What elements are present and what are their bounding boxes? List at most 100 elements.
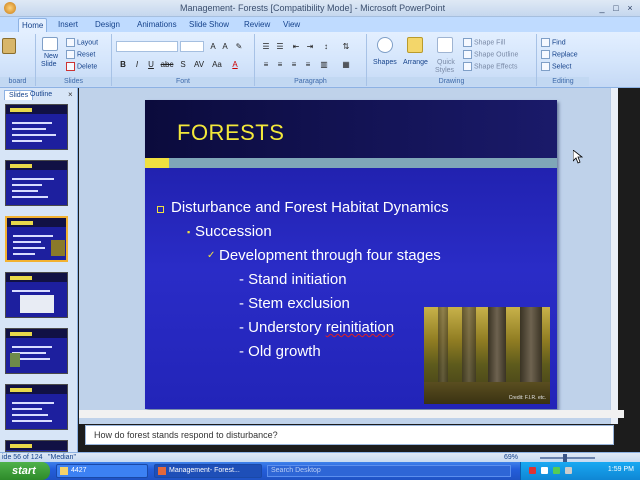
underline-button[interactable]: U — [146, 60, 156, 70]
tab-insert[interactable]: Insert — [55, 18, 81, 32]
justify-icon[interactable]: ≡ — [303, 60, 313, 70]
new-slide-icon[interactable] — [42, 37, 58, 51]
tray-icon[interactable] — [565, 467, 572, 474]
zoom-slider-handle[interactable] — [563, 454, 567, 462]
quick-styles-label[interactable]: Quick — [437, 59, 455, 66]
grow-font-icon[interactable]: A — [208, 42, 218, 52]
zoom-slider[interactable] — [540, 457, 595, 459]
font-group: A A ✎ B I U abc S AV Aa A Font — [112, 34, 255, 86]
minimize-icon[interactable]: _ — [596, 2, 608, 14]
bullet-level4-old-growth[interactable]: - Old growth — [239, 343, 321, 360]
font-name-combo[interactable] — [116, 41, 178, 52]
change-case-button[interactable]: Aa — [210, 60, 224, 70]
clear-format-icon[interactable]: ✎ — [234, 42, 244, 52]
slide-thumbnail-selected[interactable] — [5, 216, 68, 262]
columns-icon[interactable]: ▥ — [319, 60, 329, 70]
notes-pane[interactable]: How do forest stands respond to disturba… — [85, 425, 614, 445]
taskbar-item-folder[interactable]: 4427 — [56, 464, 148, 478]
increase-indent-icon[interactable]: ⇥ — [305, 42, 315, 52]
quick-styles-label-2[interactable]: Styles — [435, 67, 454, 74]
layout-button[interactable]: Layout — [66, 38, 98, 47]
tray-icon[interactable] — [541, 467, 548, 474]
font-size-combo[interactable] — [180, 41, 204, 52]
taskbar-item-powerpoint[interactable]: Management- Forest... — [154, 464, 262, 478]
find-icon — [541, 38, 550, 47]
tab-outline[interactable]: Outline — [26, 90, 56, 100]
slide-thumbnail[interactable] — [5, 440, 68, 452]
strikethrough-button[interactable]: abc — [160, 60, 174, 70]
align-center-icon[interactable]: ≡ — [275, 60, 285, 70]
tray-icon[interactable] — [553, 467, 560, 474]
bullet-level4-stand-initiation[interactable]: - Stand initiation — [239, 271, 347, 288]
find-button[interactable]: Find — [541, 38, 566, 47]
start-button[interactable]: start — [0, 462, 50, 480]
select-button[interactable]: Select — [541, 62, 571, 71]
reset-button[interactable]: Reset — [66, 50, 95, 59]
bold-button[interactable]: B — [118, 60, 128, 70]
bullet-level4-understory[interactable]: - Understory reinitiation — [239, 319, 394, 336]
tab-home[interactable]: Home — [18, 18, 48, 32]
thumbnail-title-bar — [10, 388, 32, 392]
new-slide-label-2[interactable]: Slide — [41, 61, 57, 68]
bullets-icon[interactable]: ☰ — [261, 42, 271, 52]
mouse-cursor-icon — [573, 150, 583, 164]
arrange-icon[interactable] — [407, 37, 423, 53]
line-spacing-icon[interactable]: ↕ — [321, 42, 331, 52]
bullet-level3[interactable]: Development through four stages — [219, 247, 441, 264]
tray-icon[interactable] — [529, 467, 536, 474]
slide-thumbnail[interactable] — [5, 384, 68, 430]
bullet-level2[interactable]: Succession — [195, 223, 272, 240]
slide-thumbnail[interactable] — [5, 104, 68, 150]
arrange-label[interactable]: Arrange — [403, 59, 428, 66]
horizontal-scrollbar[interactable] — [79, 410, 624, 418]
numbering-icon[interactable]: ☰ — [275, 42, 285, 52]
shadow-button[interactable]: S — [178, 60, 188, 70]
shape-fill-button[interactable]: Shape Fill — [463, 38, 505, 47]
desktop-search-input[interactable]: Search Desktop — [267, 465, 511, 477]
shapes-label[interactable]: Shapes — [373, 59, 397, 66]
slide-thumbnail[interactable] — [5, 272, 68, 318]
office-button-icon[interactable] — [4, 2, 16, 14]
quick-styles-icon[interactable] — [437, 37, 453, 53]
align-left-icon[interactable]: ≡ — [261, 60, 271, 70]
checkmark-bullet-icon: ✓ — [207, 250, 216, 261]
replace-button[interactable]: Replace — [541, 50, 578, 59]
find-label: Find — [552, 39, 566, 47]
bullet-level4-stem-exclusion[interactable]: - Stem exclusion — [239, 295, 350, 312]
align-right-icon[interactable]: ≡ — [289, 60, 299, 70]
shape-effects-button[interactable]: Shape Effects — [463, 62, 517, 71]
vertical-scrollbar[interactable] — [610, 88, 618, 424]
forest-photo[interactable]: Credit: F.I.R. etc. — [424, 307, 550, 404]
delete-button[interactable]: Delete — [66, 62, 97, 71]
tab-design[interactable]: Design — [92, 18, 123, 32]
shapes-icon[interactable] — [377, 37, 393, 53]
new-slide-label[interactable]: New — [44, 53, 58, 60]
slides-group: New Slide Layout Reset Delete Slides — [36, 34, 112, 86]
taskbar-item-folder-label: 4427 — [71, 467, 87, 474]
current-slide[interactable]: FORESTS Disturbance and Forest Habitat D… — [145, 100, 557, 409]
close-panel-icon[interactable]: × — [68, 90, 73, 99]
paste-icon[interactable] — [2, 38, 16, 54]
tab-animations[interactable]: Animations — [134, 18, 180, 32]
decrease-indent-icon[interactable]: ⇤ — [291, 42, 301, 52]
close-icon[interactable]: × — [624, 2, 636, 14]
thumbnail-title-bar — [10, 332, 32, 336]
maximize-icon[interactable]: □ — [610, 2, 622, 14]
tab-slide-show[interactable]: Slide Show — [186, 18, 232, 32]
font-color-button[interactable]: A — [230, 60, 240, 70]
slide-thumbnail[interactable] — [5, 328, 68, 374]
text-direction-icon[interactable]: ⇅ — [341, 42, 351, 52]
shape-outline-button[interactable]: Shape Outline — [463, 50, 518, 59]
shrink-font-icon[interactable]: A — [220, 42, 230, 52]
italic-button[interactable]: I — [132, 60, 142, 70]
tab-review[interactable]: Review — [241, 18, 273, 32]
smartart-icon[interactable]: ▦ — [341, 60, 351, 70]
tab-view[interactable]: View — [280, 18, 303, 32]
thumbnail-line — [12, 196, 48, 198]
editing-group: Find Replace Select Editing — [537, 34, 589, 86]
bullet-level1[interactable]: Disturbance and Forest Habitat Dynamics — [171, 199, 449, 216]
char-spacing-button[interactable]: AV — [192, 60, 206, 70]
slide-title[interactable]: FORESTS — [177, 120, 284, 146]
slide-thumbnail[interactable] — [5, 160, 68, 206]
clock[interactable]: 1:59 PM — [608, 466, 634, 473]
